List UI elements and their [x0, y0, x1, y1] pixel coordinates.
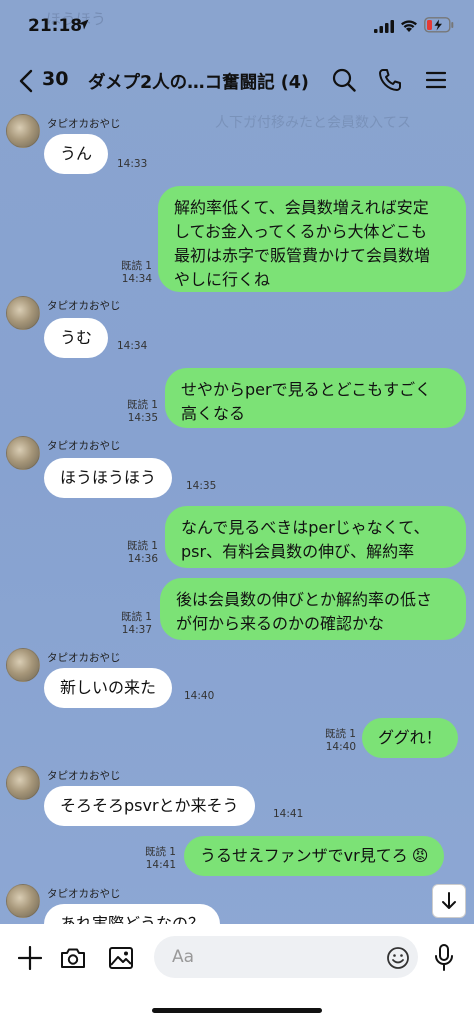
message-time: 14:35	[127, 412, 158, 424]
chat-title[interactable]: ダメプ2人の…コ奮闘記 (4)	[88, 69, 309, 94]
back-chevron-icon[interactable]	[18, 69, 34, 93]
angry-face-emoji: 😡	[411, 846, 429, 865]
message-bubble-outgoing[interactable]: せやからperで見るとどこもすごく 高くなる	[165, 368, 466, 428]
status-bar: ほうほう 21:18	[0, 0, 474, 56]
read-receipt: 既読 1	[120, 260, 152, 272]
message-bubble-incoming[interactable]: そろそろpsvrとか来そう	[44, 786, 255, 826]
sender-name: タピオカおやじ	[47, 652, 121, 664]
plus-icon[interactable]	[18, 946, 42, 970]
message-time: 14:34	[117, 340, 148, 352]
message-text: 解約率低くて、会員数増えれば安定	[174, 198, 429, 217]
back-unread-count[interactable]: 30	[42, 68, 68, 90]
read-receipt: 既読 1	[324, 728, 356, 740]
message-text: なんで見るべきはperじゃなくて、	[181, 518, 430, 537]
status-time: 21:18	[28, 16, 83, 36]
message-time: 14:35	[186, 480, 217, 492]
arrow-down-icon	[442, 892, 456, 909]
microphone-icon[interactable]	[434, 944, 454, 972]
message-time: 14:37	[121, 624, 152, 636]
message-text: ググれ！	[378, 728, 442, 747]
message-time: 14:33	[117, 158, 148, 170]
message-time: 14:41	[145, 859, 176, 871]
image-icon[interactable]	[108, 946, 134, 970]
avatar[interactable]	[6, 648, 40, 682]
message-bubble-outgoing[interactable]: 解約率低くて、会員数増えれば安定 してお金入ってくるから大体どこも 最初は赤字で…	[158, 186, 466, 292]
avatar[interactable]	[6, 884, 40, 918]
message-text: が何から来るのかの確認かな	[176, 614, 385, 633]
message-text: うむ	[60, 328, 93, 347]
sender-name: タピオカおやじ	[47, 118, 121, 130]
home-indicator	[152, 1008, 322, 1013]
message-time: 14:41	[273, 808, 304, 820]
read-receipt: 既読 1	[126, 540, 158, 552]
message-text: してお金入ってくるから大体どこも	[174, 222, 427, 241]
message-text: ほうほうほう	[60, 468, 157, 487]
sender-name: タピオカおやじ	[47, 888, 121, 900]
read-receipt: 既読 1	[144, 846, 176, 858]
message-text: 最初は赤字で販管費かけて会員数増	[174, 246, 431, 265]
message-text: あれ実際どうなの？	[60, 914, 205, 924]
sender-name: タピオカおやじ	[47, 300, 121, 312]
avatar[interactable]	[6, 114, 40, 148]
menu-icon[interactable]	[426, 70, 446, 90]
scroll-to-bottom-button[interactable]	[432, 884, 466, 918]
read-receipt: 既読 1	[120, 611, 152, 623]
message-text: うん	[60, 144, 93, 163]
message-bubble-incoming[interactable]: うん	[44, 134, 109, 174]
camera-icon[interactable]	[60, 946, 86, 970]
message-input[interactable]: Aa	[154, 936, 418, 978]
message-bubble-incoming[interactable]: あれ実際どうなの？	[44, 904, 221, 924]
message-list[interactable]: タピオカおやじ うん 14:33 解約率低くて、会員数増えれば安定 してお金入っ…	[0, 106, 474, 924]
emoji-icon[interactable]	[386, 946, 410, 970]
chat-header: 人下ガ付移みたと会員数入てス 30 ダメプ2人の…コ奮闘記 (4)	[0, 56, 474, 131]
message-text: せやからperで見るとどこもすごく	[181, 380, 432, 399]
message-time: 14:40	[184, 690, 215, 702]
message-bubble-outgoing[interactable]: なんで見るべきはperじゃなくて、 psr、有料会員数の伸び、解約率	[165, 506, 466, 568]
sender-name: タピオカおやじ	[47, 440, 121, 452]
message-text: psr、有料会員数の伸び、解約率	[181, 542, 415, 561]
message-text: 後は会員数の伸びとか解約率の低さ	[176, 590, 433, 609]
message-text: うるせえファンザでvr見てろ	[200, 846, 408, 865]
message-bubble-incoming[interactable]: ほうほうほう	[44, 458, 173, 498]
search-icon[interactable]	[332, 68, 356, 92]
message-bubble-outgoing[interactable]: うるせえファンザでvr見てろ 😡	[184, 836, 445, 876]
read-receipt: 既読 1	[126, 399, 158, 411]
message-bubble-outgoing[interactable]: 後は会員数の伸びとか解約率の低さ が何から来るのかの確認かな	[160, 578, 466, 640]
message-time: 14:34	[121, 273, 152, 285]
message-time: 14:40	[325, 741, 356, 753]
message-bubble-outgoing[interactable]: ググれ！	[362, 718, 458, 758]
avatar[interactable]	[6, 296, 40, 330]
sender-name: タピオカおやじ	[47, 770, 121, 782]
message-input-bar: Aa	[0, 924, 474, 1024]
avatar[interactable]	[6, 766, 40, 800]
phone-call-icon[interactable]	[378, 68, 402, 92]
wifi-icon	[401, 20, 417, 32]
message-text: 高くなる	[181, 404, 246, 423]
message-text: 新しいの来た	[60, 678, 157, 697]
battery-low-icon	[424, 17, 454, 33]
message-bubble-incoming[interactable]: 新しいの来た	[44, 668, 173, 708]
location-arrow-icon	[78, 19, 89, 30]
message-text: やしに行くね	[174, 270, 271, 289]
cellular-signal-icon	[374, 20, 394, 33]
message-text: そろそろpsvrとか来そう	[60, 796, 239, 815]
message-bubble-incoming[interactable]: うむ	[44, 318, 109, 358]
avatar[interactable]	[6, 436, 40, 470]
message-time: 14:36	[127, 553, 158, 565]
